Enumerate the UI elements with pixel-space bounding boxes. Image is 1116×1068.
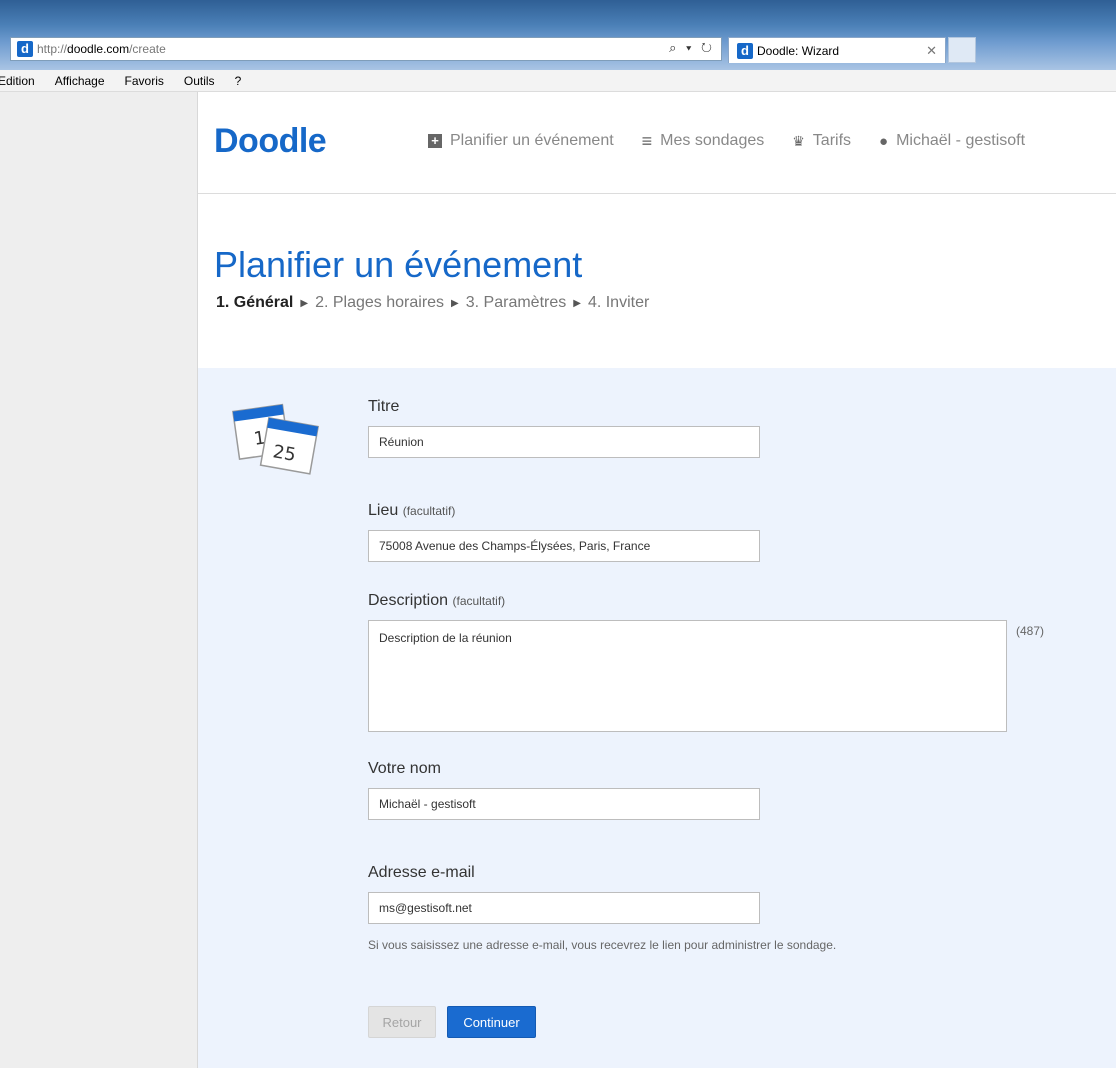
location-label-text: Lieu: [368, 502, 399, 519]
page-title: Planifier un événement: [214, 244, 583, 286]
nav-plan-event[interactable]: + Planifier un événement: [428, 132, 614, 150]
location-label: Lieu (facultatif): [368, 502, 455, 520]
email-label: Adresse e-mail: [368, 864, 475, 882]
address-url[interactable]: http://doodle.com/create: [37, 42, 166, 56]
tab-favicon-icon: d: [737, 42, 753, 59]
step-arrow-icon: ▶: [573, 297, 581, 309]
address-bar[interactable]: d http://doodle.com/create ⌕ ▾ ↻: [10, 37, 722, 61]
title-label: Titre: [368, 398, 399, 416]
location-input[interactable]: [368, 530, 760, 562]
list-icon: ≡: [641, 131, 653, 151]
name-label: Votre nom: [368, 760, 441, 778]
event-form: 1 25 Titre Lieu (facultatif) Description…: [198, 368, 1116, 1068]
nav-pricing-label: Tarifs: [812, 132, 852, 149]
doodle-favicon-icon: d: [17, 41, 33, 57]
user-icon: ●: [879, 132, 889, 150]
title-input[interactable]: [368, 426, 760, 458]
menu-bar: Edition Affichage Favoris Outils ?: [0, 70, 1116, 92]
nav-pricing[interactable]: ♛ Tarifs: [792, 132, 851, 150]
step-settings: 3. Paramètres: [465, 294, 567, 311]
step-arrow-icon: ▶: [451, 297, 459, 309]
menu-help[interactable]: ?: [235, 74, 242, 88]
title-label-text: Titre: [368, 398, 400, 415]
wizard-steps: 1. Général ▶ 2. Plages horaires ▶ 3. Par…: [216, 294, 649, 312]
nav-plan-event-label: Planifier un événement: [450, 132, 614, 149]
tab-title: Doodle: Wizard: [757, 43, 840, 58]
doodle-logo[interactable]: Doodle: [214, 122, 327, 161]
nav-my-polls[interactable]: ≡ Mes sondages: [642, 132, 765, 150]
menu-affichage[interactable]: Affichage: [55, 74, 105, 88]
back-button[interactable]: Retour: [368, 1006, 436, 1038]
step-invite: 4. Inviter: [587, 294, 650, 311]
calendar-day-25: 25: [271, 441, 297, 466]
crown-icon: ♛: [792, 132, 805, 149]
name-input[interactable]: [368, 788, 760, 820]
doodle-page: Doodle + Planifier un événement ≡ Mes so…: [198, 92, 1116, 1068]
step-general: 1. Général: [216, 294, 294, 311]
browser-tab[interactable]: d Doodle: Wizard ✕: [728, 37, 946, 63]
description-label-text: Description: [368, 592, 449, 609]
description-label: Description (facultatif): [368, 592, 505, 610]
description-optional: (facultatif): [452, 594, 506, 608]
new-tab-button[interactable]: [948, 37, 976, 63]
search-refresh-icon[interactable]: ⌕ ▾ ↻: [669, 40, 715, 56]
plus-square-icon: +: [428, 134, 442, 148]
nav-my-polls-label: Mes sondages: [660, 132, 765, 149]
location-optional: (facultatif): [402, 504, 456, 518]
email-input[interactable]: [368, 892, 760, 924]
nav-user-label: Michaël - gestisoft: [896, 132, 1026, 149]
continue-button[interactable]: Continuer: [447, 1006, 536, 1038]
top-navigation: Doodle + Planifier un événement ≡ Mes so…: [198, 92, 1116, 194]
page-left-gutter: [0, 92, 198, 1068]
description-textarea[interactable]: Description de la réunion: [368, 620, 1007, 732]
step-time-slots: 2. Plages horaires: [315, 294, 445, 311]
description-char-counter: (487): [1016, 624, 1045, 638]
browser-titlebar: d http://doodle.com/create ⌕ ▾ ↻ d Doodl…: [0, 0, 1116, 70]
name-label-text: Votre nom: [368, 760, 441, 777]
menu-outils[interactable]: Outils: [184, 74, 215, 88]
menu-edition[interactable]: Edition: [0, 74, 35, 88]
calendar-icon: 1 25: [232, 403, 320, 475]
main-nav: + Planifier un événement ≡ Mes sondages …: [428, 132, 1025, 150]
step-arrow-icon: ▶: [300, 297, 309, 309]
email-label-text: Adresse e-mail: [368, 864, 475, 881]
nav-user[interactable]: ● Michaël - gestisoft: [879, 132, 1025, 150]
close-tab-icon[interactable]: ✕: [926, 43, 937, 59]
email-hint: Si vous saisissez une adresse e-mail, vo…: [368, 938, 837, 952]
menu-favoris[interactable]: Favoris: [125, 74, 164, 88]
